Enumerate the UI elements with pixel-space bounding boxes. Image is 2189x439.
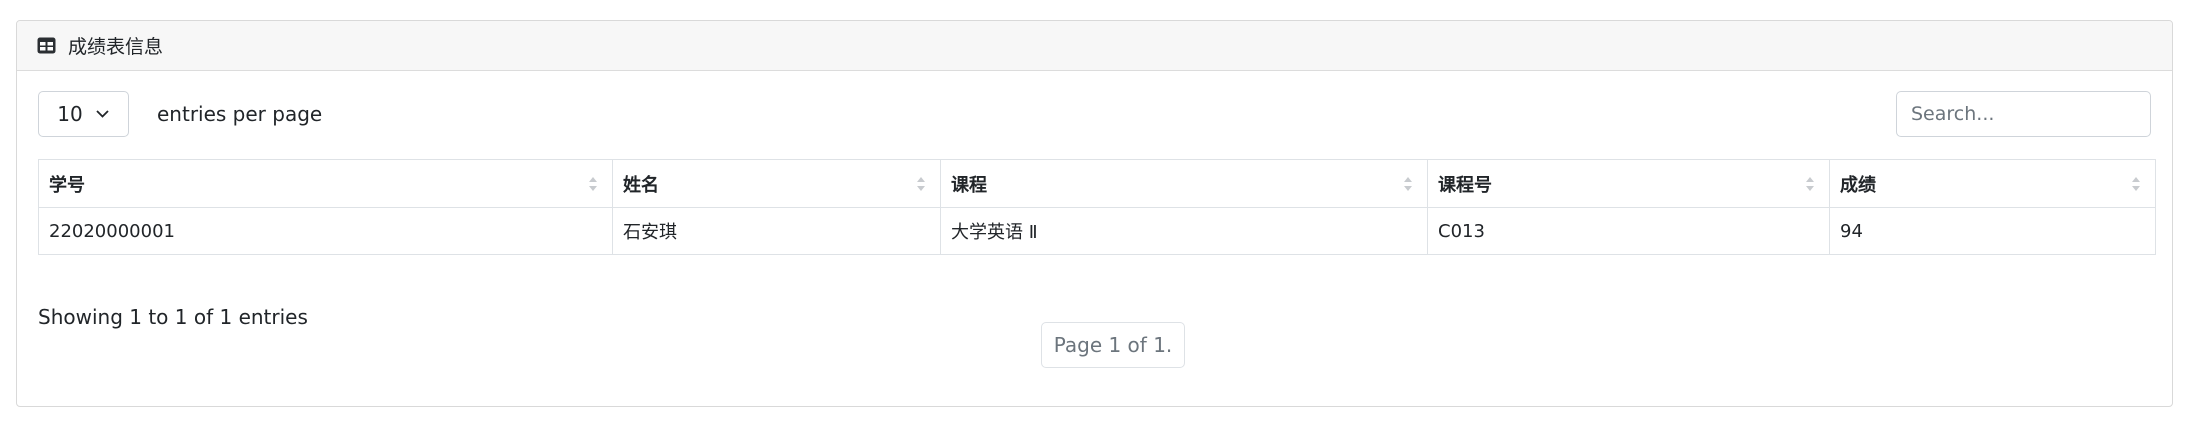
pagination-status: Page 1 of 1. <box>1041 322 1185 368</box>
cell-course-id: C013 <box>1427 207 1830 255</box>
sort-icon <box>2132 176 2140 191</box>
sort-icon <box>1404 176 1412 191</box>
column-header-student-id[interactable]: 学号 <box>38 159 613 208</box>
search-input[interactable] <box>1896 91 2151 137</box>
table-icon <box>37 37 56 54</box>
table-row: 22020000001 石安琪 大学英语 Ⅱ C013 94 <box>38 207 2156 255</box>
cell-name: 石安琪 <box>612 207 941 255</box>
column-header-course-id[interactable]: 课程号 <box>1427 159 1830 208</box>
column-header-label: 课程 <box>951 174 987 196</box>
sort-icon <box>589 176 597 191</box>
sort-icon <box>917 176 925 191</box>
grades-card: 成绩表信息 10 entries per page 学号 姓名 <box>16 20 2173 407</box>
column-header-name[interactable]: 姓名 <box>612 159 941 208</box>
per-page-select[interactable]: 10 <box>38 91 129 137</box>
column-header-label: 课程号 <box>1438 174 1492 196</box>
cell-score: 94 <box>1829 207 2156 255</box>
sort-icon <box>1806 176 1814 191</box>
column-header-label: 学号 <box>49 174 85 196</box>
table-controls: 10 entries per page <box>38 91 2151 139</box>
table-header-row: 学号 姓名 课程 课程号 成绩 <box>38 159 2156 208</box>
column-header-label: 成绩 <box>1840 174 1876 196</box>
column-header-score[interactable]: 成绩 <box>1829 159 2156 208</box>
cell-student-id: 22020000001 <box>38 207 613 255</box>
grades-table: 学号 姓名 课程 课程号 成绩 22020000001 石安琪 大学英语 Ⅱ C… <box>38 159 2156 255</box>
chevron-down-icon <box>96 110 109 118</box>
card-header: 成绩表信息 <box>17 21 2172 71</box>
per-page-value: 10 <box>57 102 83 126</box>
entries-info: Showing 1 to 1 of 1 entries <box>38 305 308 329</box>
column-header-course[interactable]: 课程 <box>940 159 1428 208</box>
card-title: 成绩表信息 <box>68 36 164 58</box>
column-header-label: 姓名 <box>623 174 659 196</box>
cell-course: 大学英语 Ⅱ <box>940 207 1428 255</box>
per-page-label: entries per page <box>157 102 323 126</box>
